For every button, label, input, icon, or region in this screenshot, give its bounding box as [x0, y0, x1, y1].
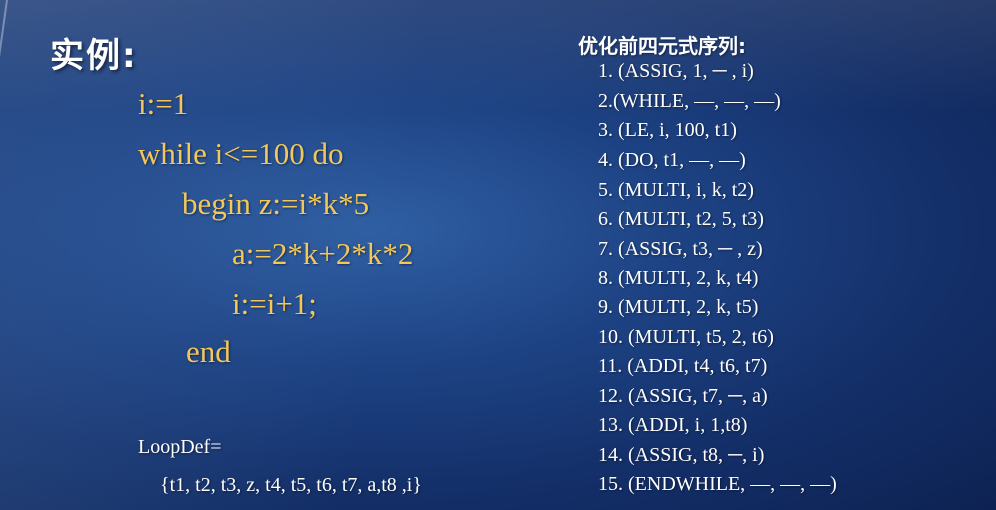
quad-item-9: 9. (MULTI, 2, k, t5)	[598, 296, 759, 318]
quad-item-15: 15. (ENDWHILE, —, —, —)	[598, 473, 837, 495]
quad-item-12: 12. (ASSIG, t7, ─, a)	[598, 385, 768, 407]
quad-item-5: 5. (MULTI, i, k, t2)	[598, 179, 754, 201]
code-line-6: end	[186, 334, 231, 369]
quad-item-4: 4. (DO, t1, —, —)	[598, 149, 746, 171]
code-line-1: i:=1	[138, 86, 189, 121]
quad-item-3: 3. (LE, i, 100, t1)	[598, 119, 737, 141]
code-line-5: i:=i+1;	[232, 286, 317, 321]
quad-item-1: 1. (ASSIG, 1, ─ , i)	[598, 60, 754, 82]
quad-item-2: 2.(WHILE, —, —, —)	[598, 90, 781, 112]
quad-item-7: 7. (ASSIG, t3, ─ , z)	[598, 238, 763, 260]
slide-title: 实例:	[50, 36, 138, 76]
loopdef-label: LoopDef=	[138, 436, 222, 458]
quad-item-8: 8. (MULTI, 2, k, t4)	[598, 267, 759, 289]
code-line-3: begin z:=i*k*5	[182, 186, 370, 221]
quad-sequence-heading: 优化前四元式序列:	[578, 34, 746, 58]
code-line-4: a:=2*k+2*k*2	[232, 236, 414, 271]
quad-item-14: 14. (ASSIG, t8, ─, i)	[598, 444, 765, 466]
quad-item-10: 10. (MULTI, t5, 2, t6)	[598, 326, 774, 348]
quad-item-13: 13. (ADDI, i, 1,t8)	[598, 414, 748, 436]
code-line-2: while i<=100 do	[138, 136, 344, 171]
background-glow	[0, 0, 996, 510]
quad-item-6: 6. (MULTI, t2, 5, t3)	[598, 208, 764, 230]
decorative-edge-line	[0, 0, 8, 90]
quad-item-11: 11. (ADDI, t4, t6, t7)	[598, 355, 768, 377]
loopdef-set: {t1, t2, t3, z, t4, t5, t6, t7, a,t8 ,i}	[160, 474, 422, 496]
